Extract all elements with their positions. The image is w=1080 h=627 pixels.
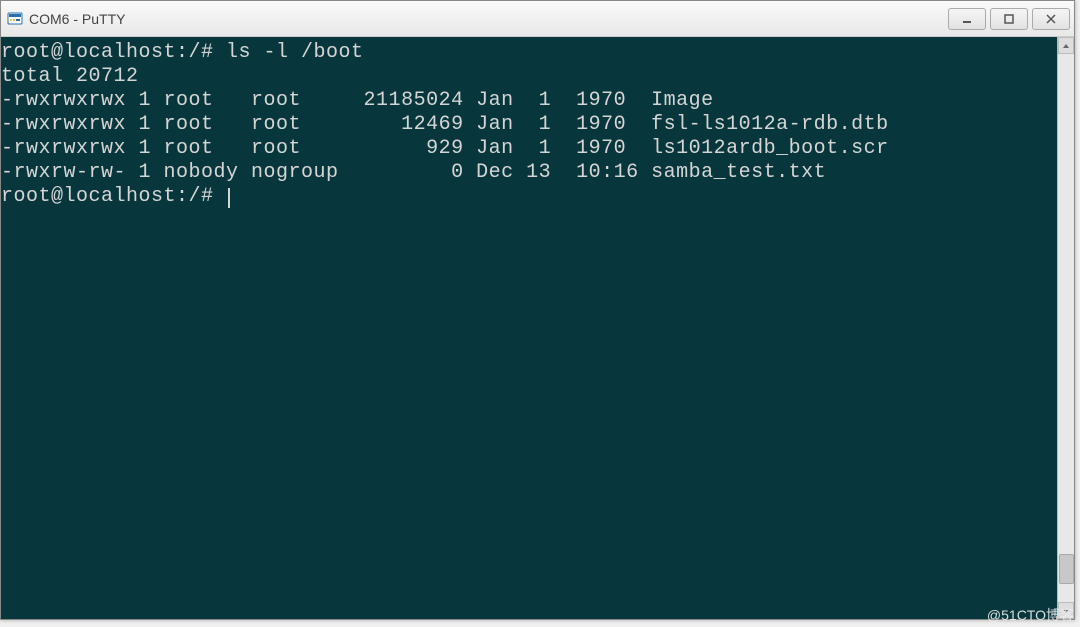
terminal-area: root@localhost:/# ls -l /boottotal 20712… — [1, 37, 1074, 619]
window-title: COM6 - PuTTY — [29, 11, 948, 27]
scroll-down-arrow[interactable] — [1058, 602, 1074, 619]
minimize-button[interactable] — [948, 8, 986, 30]
terminal-line: -rwxrwxrwx 1 root root 21185024 Jan 1 19… — [1, 89, 1057, 113]
putty-window: COM6 - PuTTY root@localhost:/# ls -l /bo… — [0, 0, 1075, 620]
scroll-up-arrow[interactable] — [1058, 37, 1074, 54]
terminal-line: root@localhost:/# ls -l /boot — [1, 41, 1057, 65]
terminal[interactable]: root@localhost:/# ls -l /boottotal 20712… — [1, 37, 1057, 619]
terminal-line: total 20712 — [1, 65, 1057, 89]
terminal-line: -rwxrwxrwx 1 root root 12469 Jan 1 1970 … — [1, 113, 1057, 137]
terminal-line: -rwxrw-rw- 1 nobody nogroup 0 Dec 13 10:… — [1, 161, 1057, 185]
window-controls — [948, 8, 1070, 30]
scrollbar[interactable] — [1057, 37, 1074, 619]
scroll-thumb[interactable] — [1059, 554, 1074, 584]
maximize-button[interactable] — [990, 8, 1028, 30]
terminal-line: -rwxrwxrwx 1 root root 929 Jan 1 1970 ls… — [1, 137, 1057, 161]
close-button[interactable] — [1032, 8, 1070, 30]
putty-icon — [7, 11, 23, 27]
terminal-prompt-line: root@localhost:/# — [1, 185, 1057, 209]
title-bar[interactable]: COM6 - PuTTY — [1, 1, 1074, 37]
cursor — [228, 188, 230, 208]
